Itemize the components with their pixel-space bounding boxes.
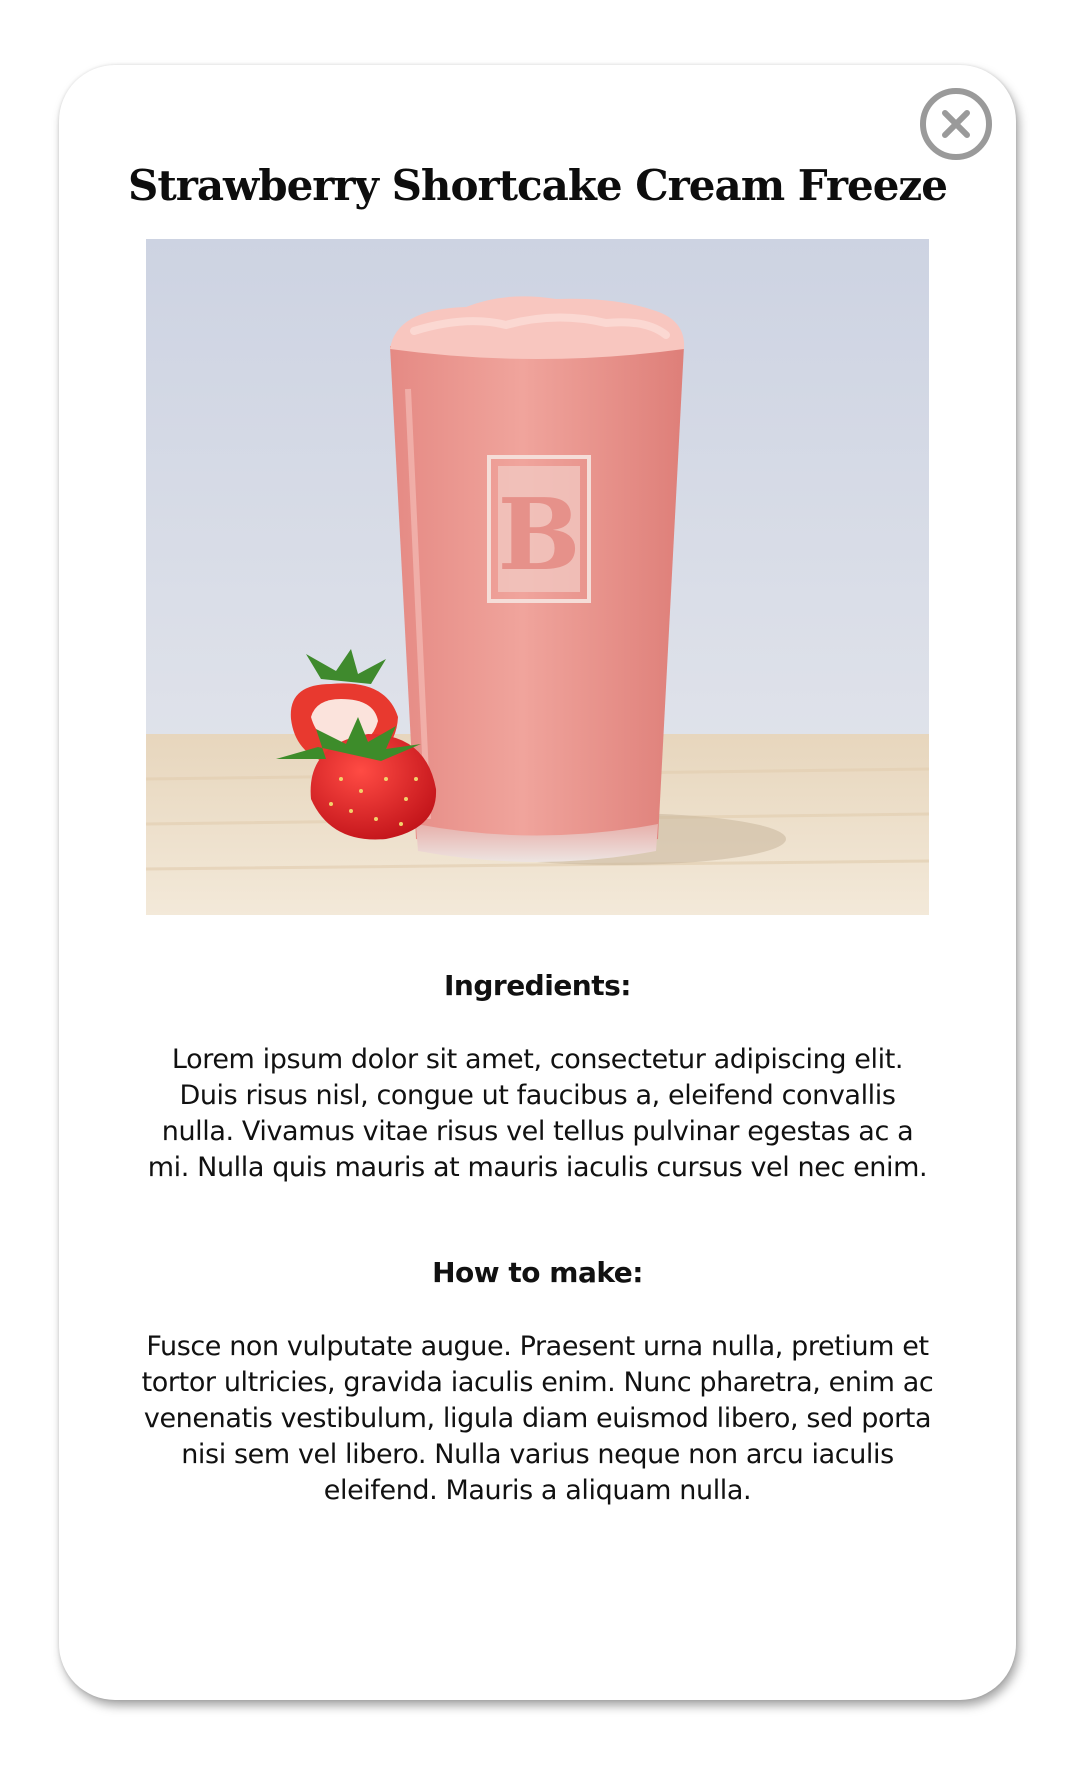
close-button[interactable] bbox=[920, 88, 992, 160]
ingredients-heading: Ingredients: bbox=[443, 969, 632, 1002]
how-to-make-text: Fusce non vulputate augue. Praesent urna… bbox=[141, 1331, 934, 1506]
ingredients-text: Lorem ipsum dolor sit amet, consectetur … bbox=[147, 1044, 928, 1183]
svg-text:B: B bbox=[498, 478, 581, 593]
drink-photo: B bbox=[146, 239, 929, 915]
recipe-title: Strawberry Shortcake Cream Freeze bbox=[127, 161, 948, 210]
recipe-modal: Strawberry Shortcake Cream Freeze B Ingr… bbox=[59, 65, 1016, 1700]
close-icon bbox=[942, 110, 970, 138]
how-to-make-heading: How to make: bbox=[432, 1256, 643, 1289]
drink-image: B bbox=[146, 239, 929, 915]
